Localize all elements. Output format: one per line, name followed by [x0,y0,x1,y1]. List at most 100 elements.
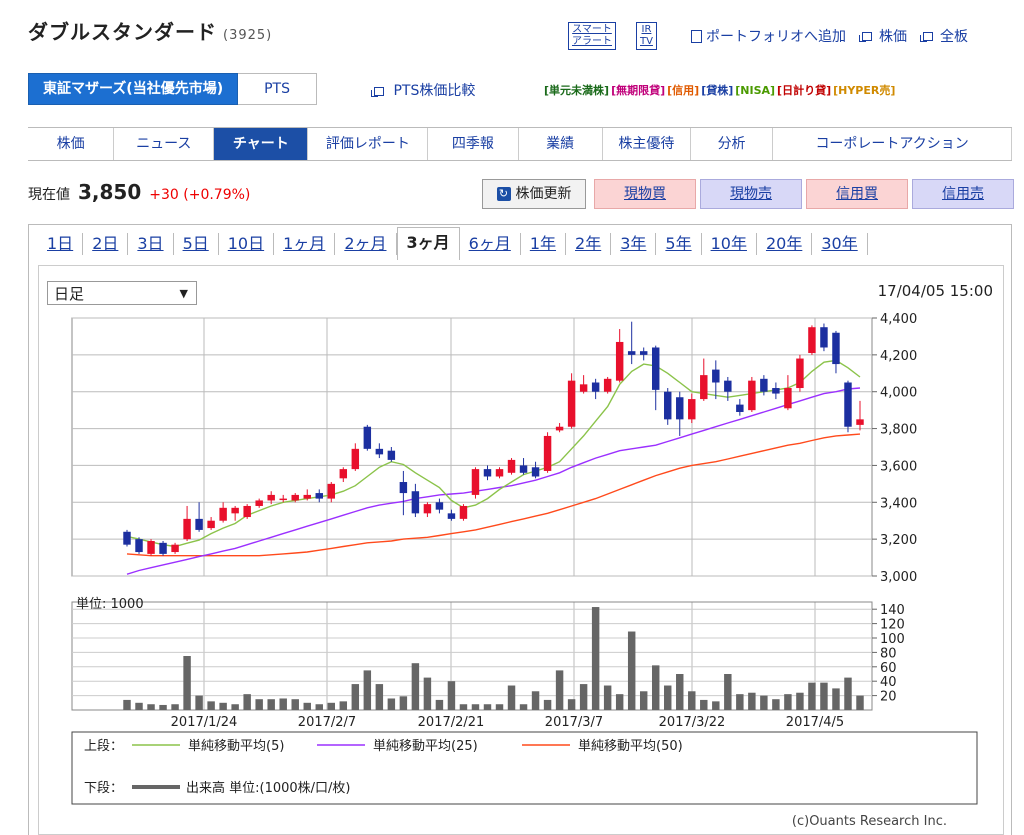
price-tick-label: 3,800 [880,423,917,438]
volume-bar [543,699,552,710]
period-tab-9[interactable]: 1年 [521,233,567,255]
period-tab-13[interactable]: 10年 [702,233,757,255]
period-tab-1[interactable]: 2日 [83,233,129,255]
volume-bar [303,702,311,710]
margin-buy-button[interactable]: 信用買 [806,179,908,209]
volume-bar [603,685,612,710]
volume-tick-label: 100 [880,632,905,647]
margin-sell-button[interactable]: 信用売 [912,179,1014,209]
refresh-button[interactable]: ↻ 株価更新 [482,179,586,209]
date-label: 2017/2/21 [418,715,485,730]
chart-panel: 1日 2日 3日 5日 10日 1ヶ月 2ヶ月 3ヶ月 6ヶ月 1年 2年 3年 5年 10年 20年 30年… [28,224,1012,835]
volume-bar [856,695,864,710]
volume-bar [411,663,420,710]
nav-tab-8[interactable]: コーポレートアクション [773,128,1012,160]
period-tab-4[interactable]: 10日 [219,233,275,255]
volume-bar [688,691,696,710]
cash-sell-button[interactable]: 現物売 [700,179,802,209]
candle-body [639,351,648,355]
volume-bar [387,698,396,710]
current-price: 3,850 [78,180,142,204]
volume-bar [279,698,287,710]
candle-body [688,399,696,420]
period-tab-12[interactable]: 5年 [656,233,702,255]
legend-sma50-label: 単純移動平均(50) [578,738,683,754]
candle-body [579,384,588,392]
candle-body [459,505,468,519]
candle-body [555,426,564,431]
portfolio-icon [690,29,702,43]
candle-body [291,494,299,501]
volume-bar [820,682,828,710]
price-tick-label: 3,200 [880,533,917,548]
volume-bar [219,702,227,710]
volume-bar [531,691,540,710]
nav-tab-1[interactable]: ニュース [114,128,215,160]
volume-bar [327,702,336,710]
volume-bar [651,665,660,710]
legend-sma5-label: 単純移動平均(5) [188,738,284,754]
period-tab-5[interactable]: 1ヶ月 [274,233,336,255]
market-tab-pts[interactable]: PTS [238,73,317,105]
nav-tab-5[interactable]: 業績 [519,128,603,160]
volume-bar [832,688,840,710]
period-tab-2[interactable]: 3日 [128,233,174,255]
candle-body [796,358,804,389]
period-tab-14[interactable]: 20年 [757,233,813,255]
market-tab-mothers[interactable]: 東証マザーズ(当社優先市場) [28,73,239,105]
candle-body [603,378,612,392]
smart-alert-button[interactable]: スマート アラート [568,22,616,50]
candle-body [147,540,155,554]
period-tab-3[interactable]: 5日 [174,233,219,255]
period-tab-8[interactable]: 6ヶ月 [460,233,521,255]
candle-body [339,469,348,479]
period-tab-10[interactable]: 2年 [566,233,612,255]
volume-bar [639,691,648,710]
nav-tab-6[interactable]: 株主優待 [603,128,691,160]
candle-body [471,469,480,495]
volume-bar [519,704,528,710]
volume-bar [736,694,744,710]
volume-bar [483,704,492,710]
period-tab-15[interactable]: 30年 [812,233,868,255]
candle-body [399,482,408,494]
cash-buy-button[interactable]: 現物買 [594,179,696,209]
candle-body [567,380,576,427]
price-frame [71,317,873,577]
nav-tab-2[interactable]: チャート [214,128,309,160]
badge-6: [HYPER売] [833,84,896,97]
volume-tick-label: 80 [880,646,897,661]
candle-body [231,507,239,514]
candle-body [832,332,840,365]
volume-tick-label: 60 [880,661,897,676]
candle-body [808,327,816,354]
volume-bar [159,704,167,710]
period-tab-6[interactable]: 2ヶ月 [335,233,397,255]
candle-body [820,327,828,348]
stock-chart: 4,400 4,200 4,000 3,800 3,600 3,400 3,200 3,000… [71,312,978,829]
candle-body [676,397,684,420]
stock-name: ダブルスタンダード [28,20,217,44]
stock-title: ダブルスタンダード (3925) [28,16,272,45]
nav-tab-3[interactable]: 評価レポート [308,128,429,160]
volume-bar [183,656,191,710]
nav-tab-0[interactable]: 株価 [28,128,115,160]
ir-tv-button[interactable]: IR TV [636,22,657,50]
period-tab-0[interactable]: 1日 [29,233,84,255]
portfolio-add-link[interactable]: ポートフォリオへ追加 [706,26,846,46]
nav-tab-4[interactable]: 四季報 [428,128,519,160]
candle-body [724,380,732,392]
pts-compare-link[interactable]: PTS株価比較 [393,83,475,99]
volume-bar [760,695,768,710]
period-tab-11[interactable]: 3年 [611,233,657,255]
period-tab-7[interactable]: 3ヶ月 [396,227,460,260]
volume-bar [123,699,131,710]
nav-tab-7[interactable]: 分析 [691,128,774,160]
badge-2: [信用] [667,84,700,97]
candle-body [627,351,636,355]
candle-body [135,539,143,553]
legend-volume-label: 出来高 単位:(1000株/口/枚) [186,780,351,796]
volume-bar [339,701,348,710]
kabuka-link[interactable]: 株価 [879,26,907,46]
zenban-link[interactable]: 全板 [940,26,968,46]
